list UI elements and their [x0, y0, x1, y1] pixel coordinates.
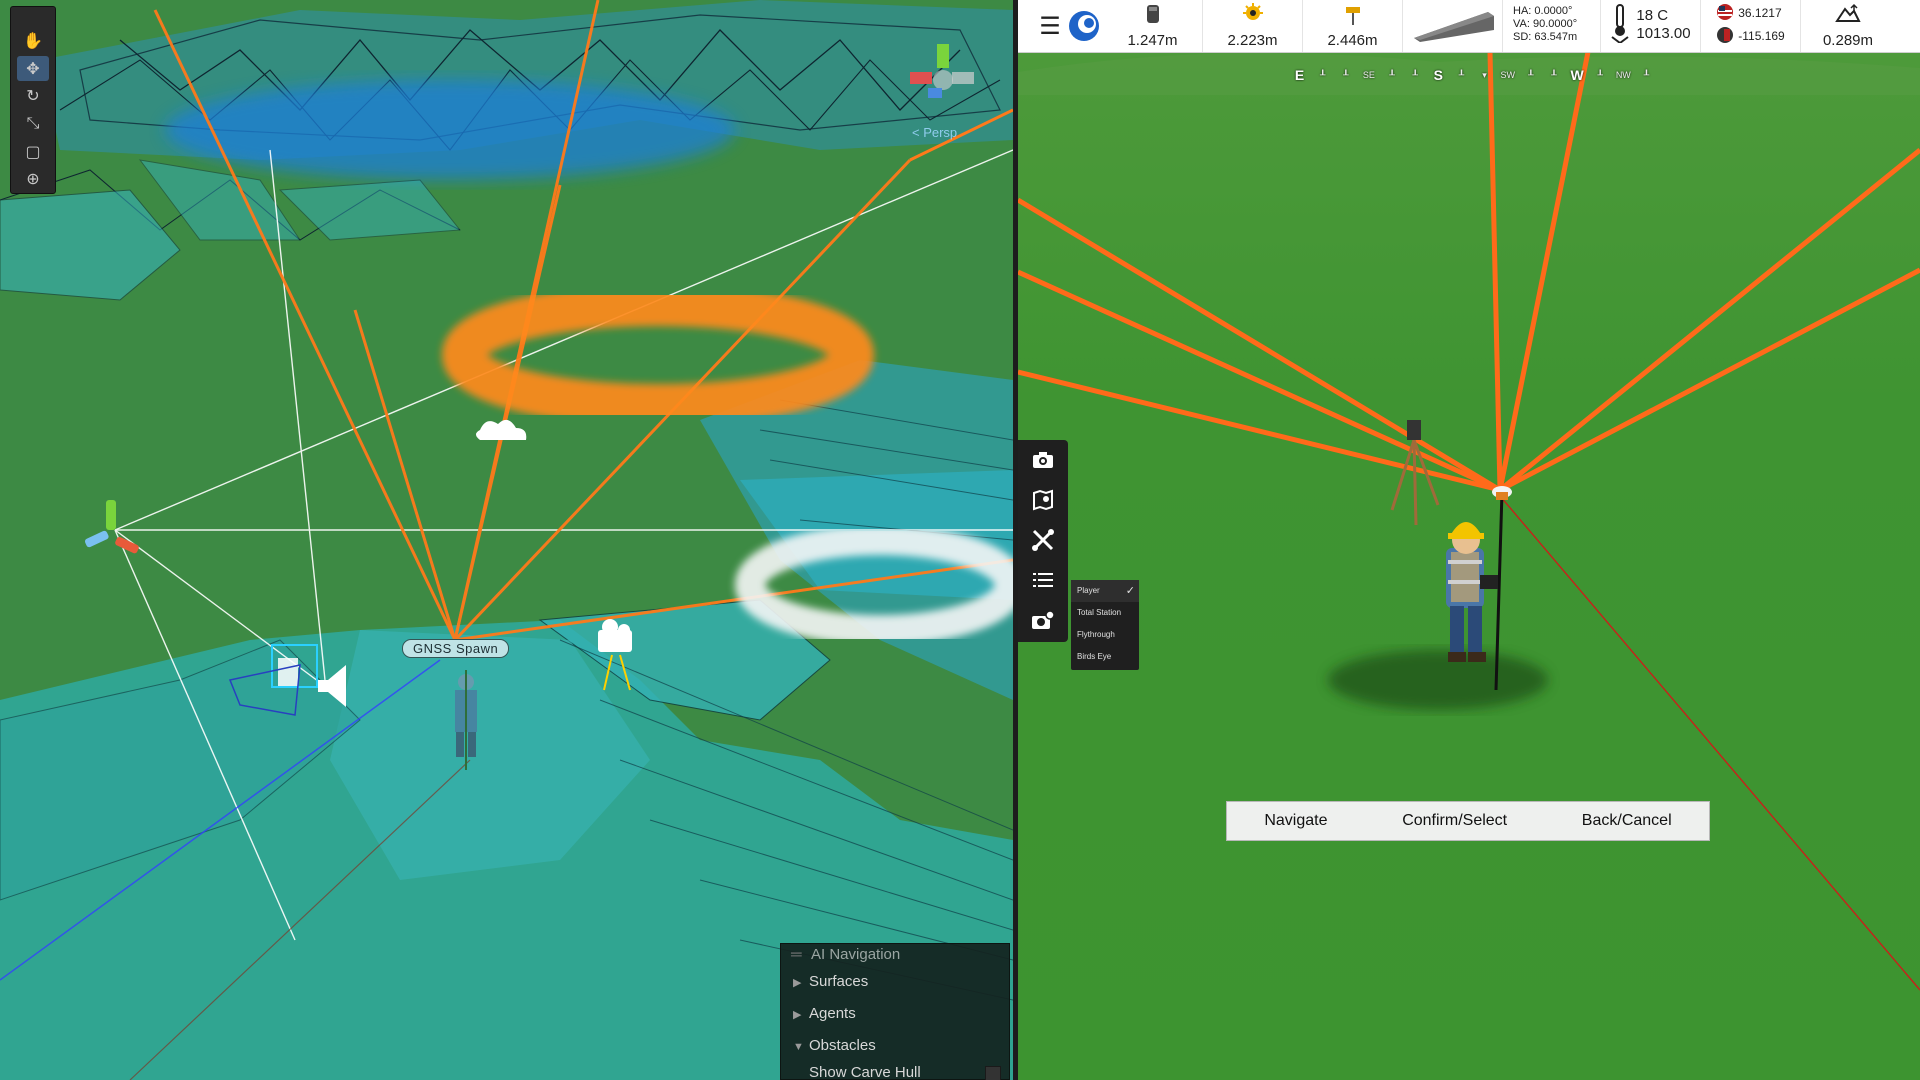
ai-item-label: Obstacles	[809, 1037, 876, 1054]
sun-target-icon	[1239, 3, 1267, 31]
hud-coordinates: 36.1217 -115.169	[1701, 0, 1801, 52]
compass-strip: E ┸ ┸ SE ┸ ┸ S ┸ ▾ SW ┸ ┸ W ┸ NW ┸	[1288, 66, 1658, 84]
ai-item-obstacles[interactable]: ▼ Obstacles	[781, 1030, 1009, 1062]
pressure-value: 1013.00	[1636, 24, 1691, 42]
show-carve-hull-label: Show Carve Hull	[809, 1064, 921, 1080]
receiver-height-value: 1.247m	[1127, 32, 1178, 49]
camera-icon[interactable]	[1020, 440, 1066, 480]
checkmark-icon: ✓	[1125, 585, 1135, 597]
hud-slope[interactable]	[1403, 0, 1503, 52]
horizontal-angle-value: HA: 0.0000°	[1513, 5, 1573, 17]
receiver-icon	[1145, 3, 1161, 29]
hud-weather: 18 C 1013.00	[1601, 0, 1701, 52]
confirm-select-button[interactable]: Confirm/Select	[1402, 812, 1507, 830]
prism-height-value: 2.446m	[1327, 32, 1378, 49]
camera-option-birds-eye[interactable]: Birds Eye	[1071, 646, 1139, 668]
ai-item-surfaces[interactable]: ▶ Surfaces	[781, 966, 1009, 998]
compass-southwest: SW	[1500, 70, 1515, 80]
rect-tool-icon[interactable]: ▢	[17, 139, 49, 165]
elevation-icon	[1835, 3, 1861, 27]
back-cancel-button[interactable]: Back/Cancel	[1582, 812, 1672, 830]
vertical-angle-value: VA: 90.0000°	[1513, 18, 1578, 30]
flag-us-icon	[1716, 3, 1734, 23]
temperature-value: 18	[1636, 6, 1654, 24]
compass-south: S	[1433, 67, 1443, 83]
hud-height-target: 2.223m	[1203, 0, 1303, 52]
collapse-arrow-icon[interactable]: ▼	[793, 1031, 809, 1063]
camera-settings-icon[interactable]	[1020, 600, 1066, 640]
map-pin-icon[interactable]	[1020, 480, 1066, 520]
hud-bar: ☰ 1.247m 2.223m 2.446m HA: 0.0000° VA: 9…	[1018, 0, 1920, 53]
compass-southeast: SE	[1362, 70, 1375, 80]
scene-view[interactable]: ✋ ✥ ↻ ⤡ ▢ ⊕ < Persp GNSS Spawn ═ AI Navig…	[0, 0, 1013, 1080]
ai-navigation-title-text: AI Navigation	[811, 946, 901, 963]
ai-item-label: Surfaces	[809, 973, 869, 990]
prism-icon	[1343, 3, 1363, 31]
hud-height-receiver: 1.247m	[1103, 0, 1203, 52]
game-viewport[interactable]	[1018, 0, 1920, 1080]
rotate-tool-icon[interactable]: ↻	[17, 83, 49, 109]
hud-elevation: 0.289m	[1801, 0, 1895, 52]
hud-angles: HA: 0.0000° VA: 90.0000° SD: 63.547m	[1503, 0, 1601, 52]
ai-navigation-panel: ═ AI Navigation ▶ Surfaces ▶ Agents ▼ Obstac…	[780, 943, 1010, 1080]
perspective-label[interactable]: < Persp	[912, 125, 957, 140]
camera-option-label: Flythrough	[1077, 630, 1115, 639]
show-carve-hull-checkbox[interactable]	[985, 1066, 1001, 1080]
scene-tool-strip: ✋ ✥ ↻ ⤡ ▢ ⊕	[10, 6, 56, 194]
tools-icon[interactable]	[1020, 520, 1066, 560]
target-height-value: 2.223m	[1227, 32, 1278, 49]
latitude-value: 36.1217	[1738, 6, 1782, 20]
expand-arrow-icon[interactable]: ▶	[793, 967, 809, 999]
slope-icon	[1410, 8, 1496, 46]
menu-icon[interactable]: ☰	[1035, 0, 1065, 52]
thermometer-icon	[1610, 3, 1630, 47]
longitude-value: -115.169	[1738, 29, 1785, 43]
list-icon[interactable]	[1020, 560, 1066, 600]
gnss-spawn-label: GNSS Spawn	[402, 639, 510, 658]
compass-west: W	[1570, 67, 1584, 83]
navigate-button[interactable]: Navigate	[1264, 812, 1327, 830]
ai-navigation-title[interactable]: ═ AI Navigation	[781, 944, 1009, 966]
control-hints-bar: Navigate Confirm/Select Back/Cancel	[1226, 801, 1710, 841]
flag-globe-icon	[1716, 26, 1734, 46]
slope-distance-value: SD: 63.547m	[1513, 31, 1578, 43]
camera-option-total-station[interactable]: Total Station	[1071, 602, 1139, 624]
camera-option-flythrough[interactable]: Flythrough	[1071, 624, 1139, 646]
transform-tool-icon[interactable]: ⊕	[17, 166, 49, 192]
hand-tool-icon[interactable]: ✋	[17, 28, 49, 54]
camera-option-label: Player	[1077, 586, 1100, 595]
drag-handle-icon[interactable]: ═	[791, 946, 807, 963]
camera-mode-menu: Player ✓ Total Station Flythrough Birds …	[1071, 580, 1139, 670]
game-view[interactable]: ☰ 1.247m 2.223m 2.446m HA: 0.0000° VA: 9…	[1018, 0, 1920, 1080]
side-toolbar	[1018, 440, 1068, 642]
scale-tool-icon[interactable]: ⤡	[17, 111, 49, 137]
logo-icon[interactable]	[1065, 0, 1103, 52]
compass-northwest: NW	[1615, 70, 1631, 80]
expand-arrow-icon[interactable]: ▶	[793, 999, 809, 1031]
camera-option-label: Birds Eye	[1077, 652, 1112, 661]
ai-item-agents[interactable]: ▶ Agents	[781, 998, 1009, 1030]
move-tool-icon[interactable]: ✥	[17, 55, 49, 82]
show-carve-hull-row: Show Carve Hull	[781, 1062, 1009, 1080]
temperature-unit: C	[1657, 6, 1669, 24]
compass-east: E	[1294, 67, 1305, 83]
camera-option-label: Total Station	[1077, 608, 1122, 617]
scene-viewport[interactable]	[0, 0, 1013, 1080]
camera-option-player[interactable]: Player ✓	[1071, 580, 1139, 602]
hud-height-prism: 2.446m	[1303, 0, 1403, 52]
elevation-value: 0.289m	[1822, 32, 1874, 49]
ai-item-label: Agents	[809, 1005, 856, 1022]
